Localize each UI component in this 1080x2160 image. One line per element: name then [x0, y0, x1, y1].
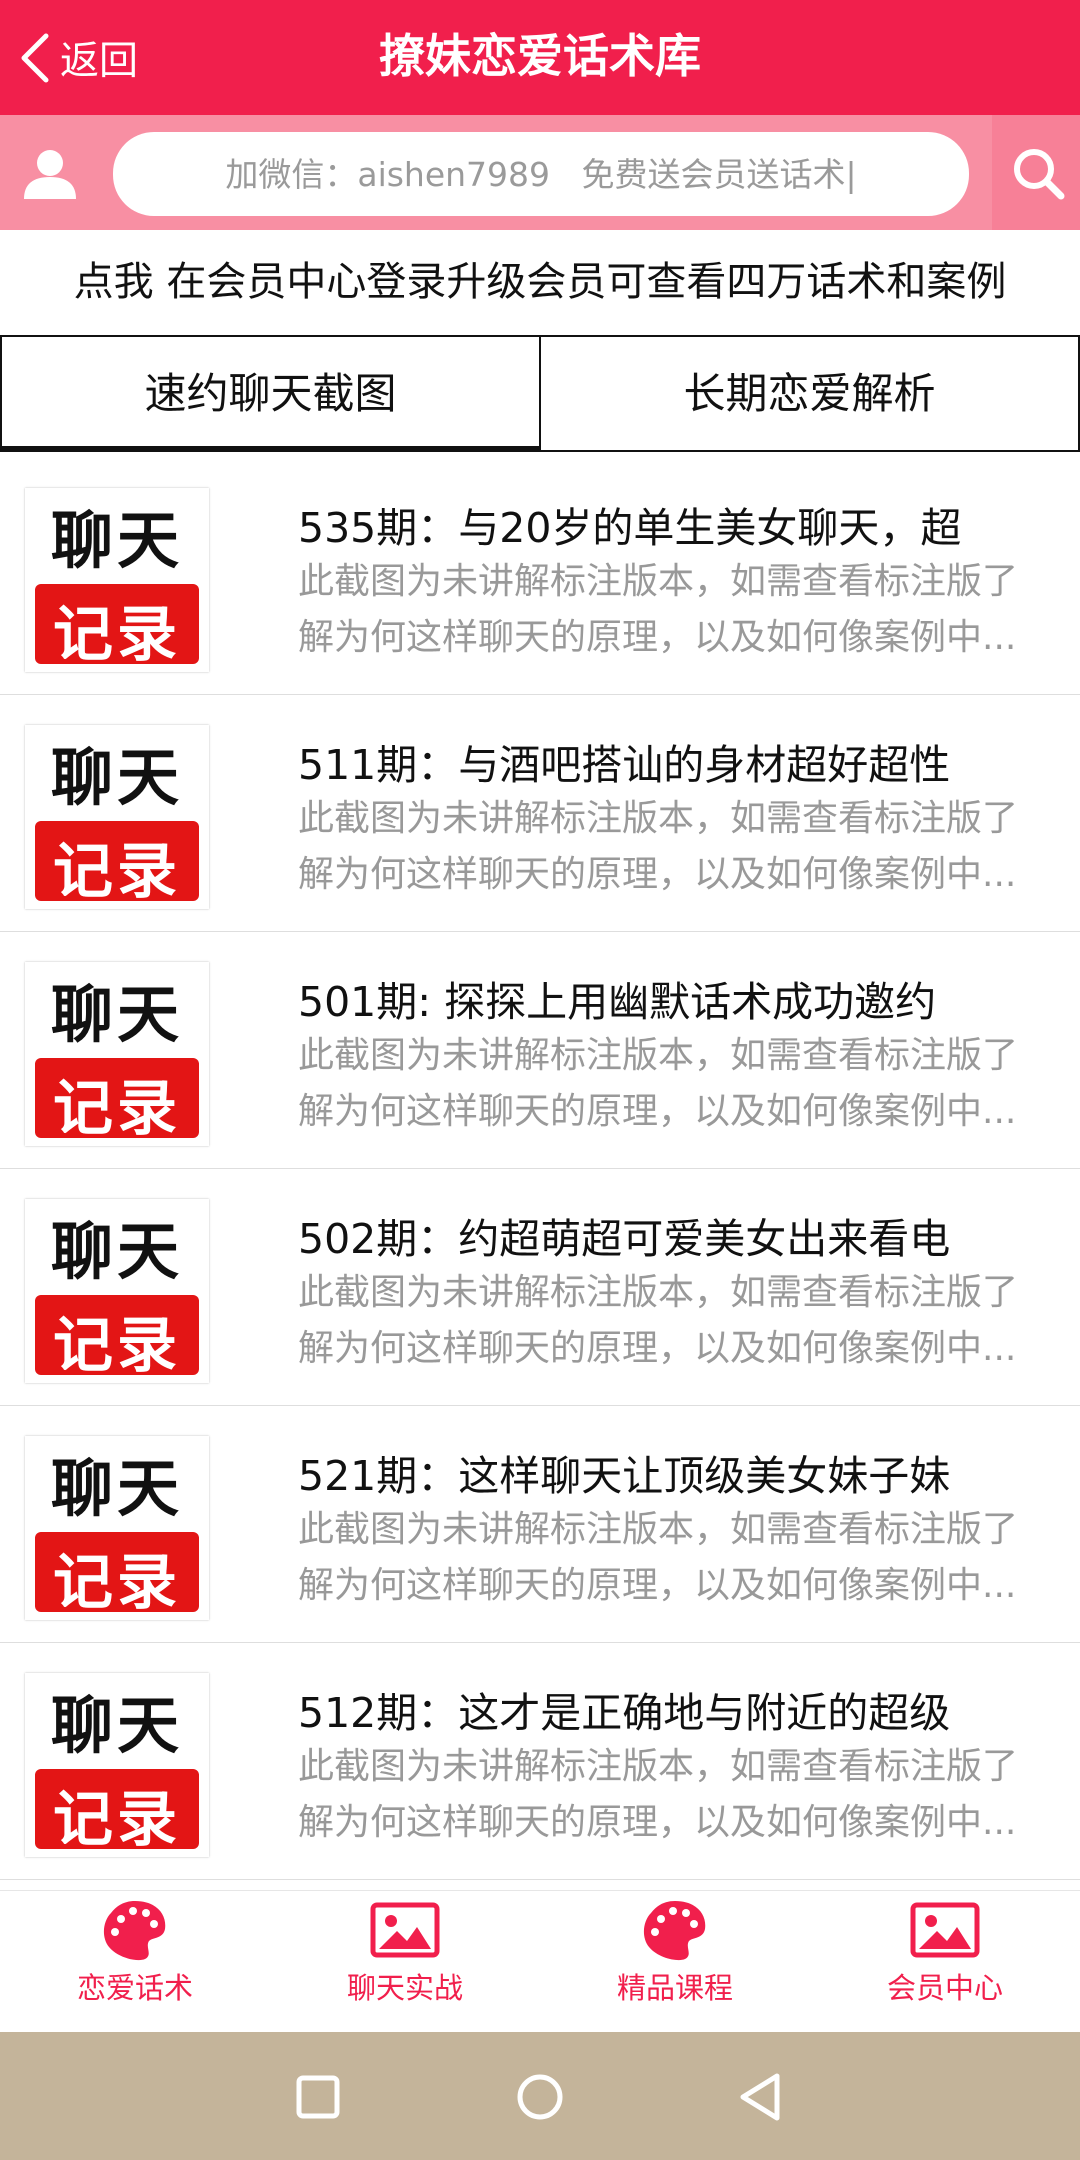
list-item[interactable]: 聊天 记录 535期：与20岁的单生美女聊天，超 此截图为未讲解标注版本，如需查…: [0, 458, 1080, 695]
image-icon: [910, 1902, 980, 1958]
nav-label: 恋爱话术: [76, 1971, 193, 2005]
bottom-nav: 恋爱话术 聊天实战 精品课程 会员中心: [0, 1890, 1080, 2033]
nav-chat-practice[interactable]: 聊天实战: [270, 1891, 540, 2033]
image-icon: [370, 1902, 440, 1958]
category-tabs: 速约聊天截图 长期恋爱解析: [0, 335, 1080, 458]
member-promo-link[interactable]: 点我 在会员中心登录升级会员可查看四万话术和案例: [0, 230, 1080, 335]
item-description: 此截图为未讲解标注版本，如需查看标注版了解为何这样聊天的原理，以及如何像案例中.…: [298, 561, 1019, 658]
nav-label: 会员中心: [886, 1971, 1003, 2005]
back-triangle-icon[interactable]: [733, 2068, 791, 2126]
item-title: 502期：约超萌超可爱美女出来看电: [298, 1215, 951, 1263]
system-nav-bar: [0, 2032, 1080, 2160]
item-description: 此截图为未讲解标注版本，如需查看标注版了解为何这样聊天的原理，以及如何像案例中.…: [298, 1509, 1019, 1606]
tab-quick-chat-screenshots[interactable]: 速约聊天截图: [0, 335, 541, 452]
chat-record-thumbnail: 聊天 记录: [25, 725, 209, 909]
app-header: 返回 撩妹恋爱话术库: [0, 0, 1080, 115]
page-title: 撩妹恋爱话术库: [379, 29, 701, 83]
item-title: 521期：这样聊天让顶级美女妹子妹: [298, 1452, 951, 1500]
list-item[interactable]: 聊天 记录 502期：约超萌超可爱美女出来看电 此截图为未讲解标注版本，如需查看…: [0, 1169, 1080, 1406]
chat-record-thumbnail: 聊天 记录: [25, 1199, 209, 1383]
tab-long-term-analysis[interactable]: 长期恋爱解析: [541, 335, 1080, 452]
search-input[interactable]: [113, 132, 969, 216]
item-description: 此截图为未讲解标注版本，如需查看标注版了解为何这样聊天的原理，以及如何像案例中.…: [298, 798, 1019, 895]
search-bar: [0, 115, 1080, 230]
nav-label: 聊天实战: [346, 1971, 463, 2005]
search-button[interactable]: [992, 115, 1080, 230]
nav-premium-courses[interactable]: 精品课程: [540, 1891, 810, 2033]
item-title: 535期：与20岁的单生美女聊天，超: [298, 504, 962, 552]
user-icon[interactable]: [20, 143, 80, 203]
chat-record-thumbnail: 聊天 记录: [25, 488, 209, 672]
list-item[interactable]: 聊天 记录 501期: 探探上用幽默话术成功邀约 此截图为未讲解标注版本，如需查…: [0, 932, 1080, 1169]
nav-love-scripts[interactable]: 恋爱话术: [0, 1891, 270, 2033]
article-list: 聊天 记录 535期：与20岁的单生美女聊天，超 此截图为未讲解标注版本，如需查…: [0, 458, 1080, 1880]
item-description: 此截图为未讲解标注版本，如需查看标注版了解为何这样聊天的原理，以及如何像案例中.…: [298, 1272, 1019, 1369]
palette-icon: [103, 1901, 166, 1961]
home-circle-icon[interactable]: [511, 2068, 569, 2126]
item-title: 512期：这才是正确地与附近的超级: [298, 1689, 951, 1737]
recents-square-icon[interactable]: [289, 2068, 347, 2126]
chat-record-thumbnail: 聊天 记录: [25, 1436, 209, 1620]
chat-record-thumbnail: 聊天 记录: [25, 1673, 209, 1857]
nav-member-center[interactable]: 会员中心: [810, 1891, 1080, 2033]
search-icon: [1014, 149, 1065, 200]
list-item[interactable]: 聊天 记录 512期：这才是正确地与附近的超级 此截图为未讲解标注版本，如需查看…: [0, 1643, 1080, 1880]
item-description: 此截图为未讲解标注版本，如需查看标注版了解为何这样聊天的原理，以及如何像案例中.…: [298, 1746, 1019, 1843]
list-item[interactable]: 聊天 记录 511期：与酒吧搭讪的身材超好超性 此截图为未讲解标注版本，如需查看…: [0, 695, 1080, 932]
item-description: 此截图为未讲解标注版本，如需查看标注版了解为何这样聊天的原理，以及如何像案例中.…: [298, 1035, 1019, 1132]
list-item[interactable]: 聊天 记录 521期：这样聊天让顶级美女妹子妹 此截图为未讲解标注版本，如需查看…: [0, 1406, 1080, 1643]
chat-record-thumbnail: 聊天 记录: [25, 962, 209, 1146]
item-title: 511期：与酒吧搭讪的身材超好超性: [298, 741, 951, 789]
nav-label: 精品课程: [616, 1971, 733, 2005]
palette-icon: [643, 1901, 706, 1961]
item-title: 501期: 探探上用幽默话术成功邀约: [298, 978, 937, 1026]
